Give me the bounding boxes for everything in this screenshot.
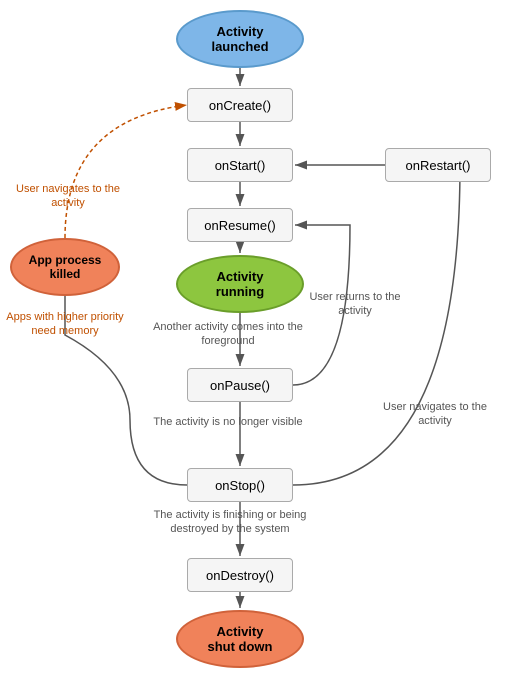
onresume-node: onResume() [187, 208, 293, 242]
activity-lifecycle-diagram: Activity launched onCreate() onStart() o… [0, 0, 523, 673]
another-activity-label: Another activity comes into the foregrou… [153, 320, 303, 349]
onstop-node: onStop() [187, 468, 293, 502]
ondestroy-label: onDestroy() [206, 568, 274, 583]
oncreate-label: onCreate() [209, 98, 271, 113]
user-navigates-label: User navigates to the activity [13, 182, 123, 211]
activity-shutdown-node: Activity shut down [176, 610, 304, 668]
finishing-or-destroyed-label: The activity is finishing or being destr… [140, 508, 320, 537]
activity-shutdown-label: Activity shut down [208, 624, 273, 654]
activity-running-node: Activity running [176, 255, 304, 313]
no-longer-visible-label: The activity is no longer visible [153, 415, 303, 429]
apps-higher-priority-label: Apps with higher priority need memory [5, 310, 125, 339]
onpause-node: onPause() [187, 368, 293, 402]
onstart-label: onStart() [215, 158, 266, 173]
onresume-label: onResume() [204, 218, 276, 233]
oncreate-node: onCreate() [187, 88, 293, 122]
user-returns-label: User returns to the activity [305, 290, 405, 319]
ondestroy-node: onDestroy() [187, 558, 293, 592]
onstop-label: onStop() [215, 478, 265, 493]
user-navigates-label2: User navigates to the activity [380, 400, 490, 429]
onrestart-label: onRestart() [405, 158, 470, 173]
app-process-killed-node: App process killed [10, 238, 120, 296]
onstart-node: onStart() [187, 148, 293, 182]
activity-launched-node: Activity launched [176, 10, 304, 68]
onrestart-node: onRestart() [385, 148, 491, 182]
activity-running-label: Activity running [216, 269, 264, 299]
app-process-killed-label: App process killed [29, 253, 102, 281]
activity-launched-label: Activity launched [211, 24, 268, 54]
onpause-label: onPause() [210, 378, 270, 393]
